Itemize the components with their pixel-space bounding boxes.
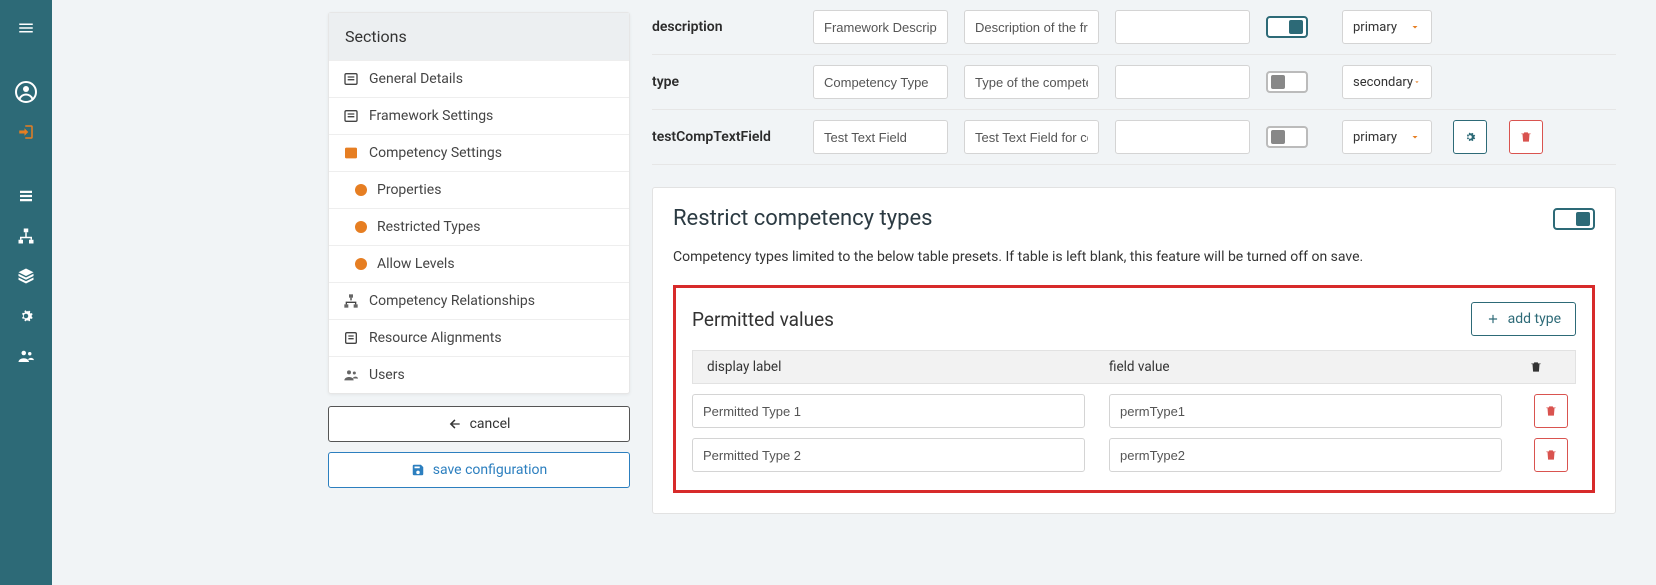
sidebar-item-label: General Details (369, 71, 463, 87)
permitted-value-input[interactable] (1109, 438, 1502, 472)
sidebar-item-label: Restricted Types (377, 219, 480, 235)
field-priority-select[interactable]: secondary (1342, 65, 1432, 99)
vertical-nav (0, 0, 52, 585)
bullet-icon (355, 184, 367, 196)
restrict-toggle[interactable] (1553, 208, 1595, 230)
field-extra-input[interactable] (1115, 120, 1250, 154)
restrict-title: Restrict competency types (673, 206, 933, 231)
select-value: secondary (1353, 75, 1413, 90)
cancel-button-label: cancel (470, 416, 511, 432)
trash-icon (1519, 130, 1533, 144)
restrict-desc: Competency types limited to the below ta… (673, 249, 1595, 265)
sidebar-item-label: Competency Relationships (369, 293, 535, 309)
arrow-left-icon (448, 417, 462, 431)
field-label-input[interactable] (813, 10, 948, 44)
sidebar-item-restricted-types[interactable]: Restricted Types (329, 208, 629, 245)
field-desc-input[interactable] (964, 65, 1099, 99)
field-priority-select[interactable]: primary (1342, 10, 1432, 44)
head-display-label: display label (707, 359, 1085, 375)
chevron-down-icon (1409, 21, 1421, 33)
field-key: type (652, 74, 797, 90)
permitted-title: Permitted values (692, 308, 834, 331)
logout-icon[interactable] (0, 112, 52, 152)
save-button[interactable]: save configuration (328, 452, 630, 488)
field-row-testcomp: testCompTextField primary (652, 110, 1616, 165)
trash-icon (1544, 404, 1558, 418)
save-button-label: save configuration (433, 462, 548, 478)
trash-icon (1544, 448, 1558, 462)
sidebar-item-general-details[interactable]: General Details (329, 60, 629, 97)
bullet-icon (355, 221, 367, 233)
field-key: testCompTextField (652, 129, 797, 145)
sidebar-item-properties[interactable]: Properties (329, 171, 629, 208)
field-settings-button[interactable] (1453, 120, 1487, 154)
sidebar-item-label: Allow Levels (377, 256, 455, 272)
sidebar-item-framework-settings[interactable]: Framework Settings (329, 97, 629, 134)
field-priority-select[interactable]: primary (1342, 120, 1432, 154)
nav-hierarchy-icon[interactable] (0, 216, 52, 256)
permitted-delete-button[interactable] (1534, 438, 1568, 472)
permitted-row (692, 384, 1576, 428)
sidebar-item-label: Properties (377, 182, 441, 198)
permitted-delete-button[interactable] (1534, 394, 1568, 428)
sidebar-item-label: Resource Alignments (369, 330, 502, 346)
head-delete-icon (1511, 360, 1561, 374)
field-toggle[interactable] (1266, 126, 1308, 148)
field-desc-input[interactable] (964, 120, 1099, 154)
cancel-button[interactable]: cancel (328, 406, 630, 442)
gear-icon (1463, 130, 1477, 144)
head-value-label: field value (1109, 359, 1487, 375)
add-type-button[interactable]: add type (1471, 302, 1576, 336)
field-desc-input[interactable] (964, 10, 1099, 44)
permitted-row (692, 428, 1576, 472)
permitted-value-input[interactable] (1109, 394, 1502, 428)
nav-layers-icon[interactable] (0, 256, 52, 296)
sidebar-item-allow-levels[interactable]: Allow Levels (329, 245, 629, 282)
chevron-down-icon (1413, 76, 1421, 88)
chevron-down-icon (1409, 131, 1421, 143)
sections-panel: Sections General Details Framework Setti… (328, 12, 630, 394)
nav-users-icon[interactable] (0, 336, 52, 376)
field-delete-button[interactable] (1509, 120, 1543, 154)
field-row-description: description primary (652, 0, 1616, 55)
add-type-label: add type (1508, 311, 1561, 327)
permitted-display-input[interactable] (692, 438, 1085, 472)
field-row-type: type secondary (652, 55, 1616, 110)
restrict-panel: Restrict competency types Competency typ… (652, 187, 1616, 514)
nav-gear-icon[interactable] (0, 296, 52, 336)
permitted-table-head: display label field value (692, 350, 1576, 384)
sidebar-item-label: Framework Settings (369, 108, 493, 124)
nav-list-icon[interactable] (0, 176, 52, 216)
select-value: primary (1353, 20, 1397, 35)
permitted-values-box: Permitted values add type display label … (673, 285, 1595, 493)
field-label-input[interactable] (813, 65, 948, 99)
sidebar-item-label: Users (369, 367, 405, 383)
select-value: primary (1353, 130, 1397, 145)
field-extra-input[interactable] (1115, 10, 1250, 44)
menu-icon[interactable] (0, 8, 52, 48)
sidebar-item-resource-alignments[interactable]: Resource Alignments (329, 319, 629, 356)
sections-header: Sections (329, 13, 629, 60)
sidebar-item-users[interactable]: Users (329, 356, 629, 393)
bullet-icon (355, 258, 367, 270)
save-icon (411, 463, 425, 477)
field-key: description (652, 19, 797, 35)
field-label-input[interactable] (813, 120, 948, 154)
sidebar-item-label: Competency Settings (369, 145, 502, 161)
field-extra-input[interactable] (1115, 65, 1250, 99)
plus-icon (1486, 312, 1500, 326)
field-toggle[interactable] (1266, 71, 1308, 93)
field-toggle[interactable] (1266, 16, 1308, 38)
fields-table: description primary type (652, 0, 1616, 165)
sidebar-item-competency-relationships[interactable]: Competency Relationships (329, 282, 629, 319)
permitted-display-input[interactable] (692, 394, 1085, 428)
sidebar-item-competency-settings[interactable]: Competency Settings (329, 134, 629, 171)
user-icon[interactable] (0, 72, 52, 112)
